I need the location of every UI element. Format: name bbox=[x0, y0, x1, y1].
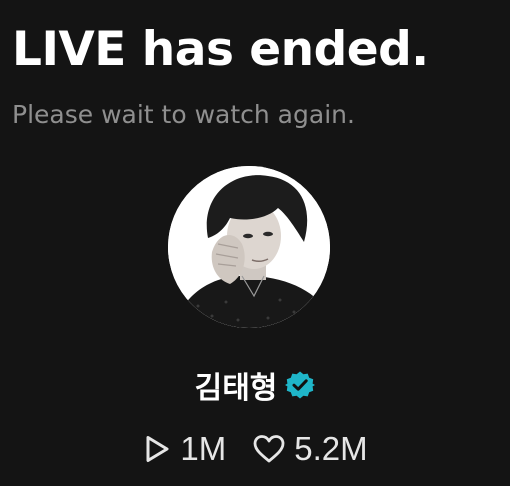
live-ended-title: LIVE has ended. bbox=[12, 22, 429, 77]
heart-icon bbox=[252, 433, 286, 465]
live-ended-screen: LIVE has ended. Please wait to watch aga… bbox=[0, 0, 510, 486]
play-icon bbox=[142, 433, 172, 465]
verified-badge-icon bbox=[285, 370, 316, 400]
profile-name-row: 김태형 bbox=[0, 360, 510, 410]
like-count-stat: 5.2M bbox=[252, 430, 368, 468]
avatar-image bbox=[168, 166, 330, 328]
play-count: 1M bbox=[180, 430, 227, 467]
stats-row: 1M 5.2M bbox=[0, 424, 510, 474]
profile-name[interactable]: 김태형 bbox=[195, 363, 278, 407]
like-count: 5.2M bbox=[294, 430, 368, 467]
live-ended-subtitle: Please wait to watch again. bbox=[12, 100, 355, 129]
avatar[interactable] bbox=[168, 166, 330, 328]
play-count-stat: 1M bbox=[142, 430, 226, 468]
